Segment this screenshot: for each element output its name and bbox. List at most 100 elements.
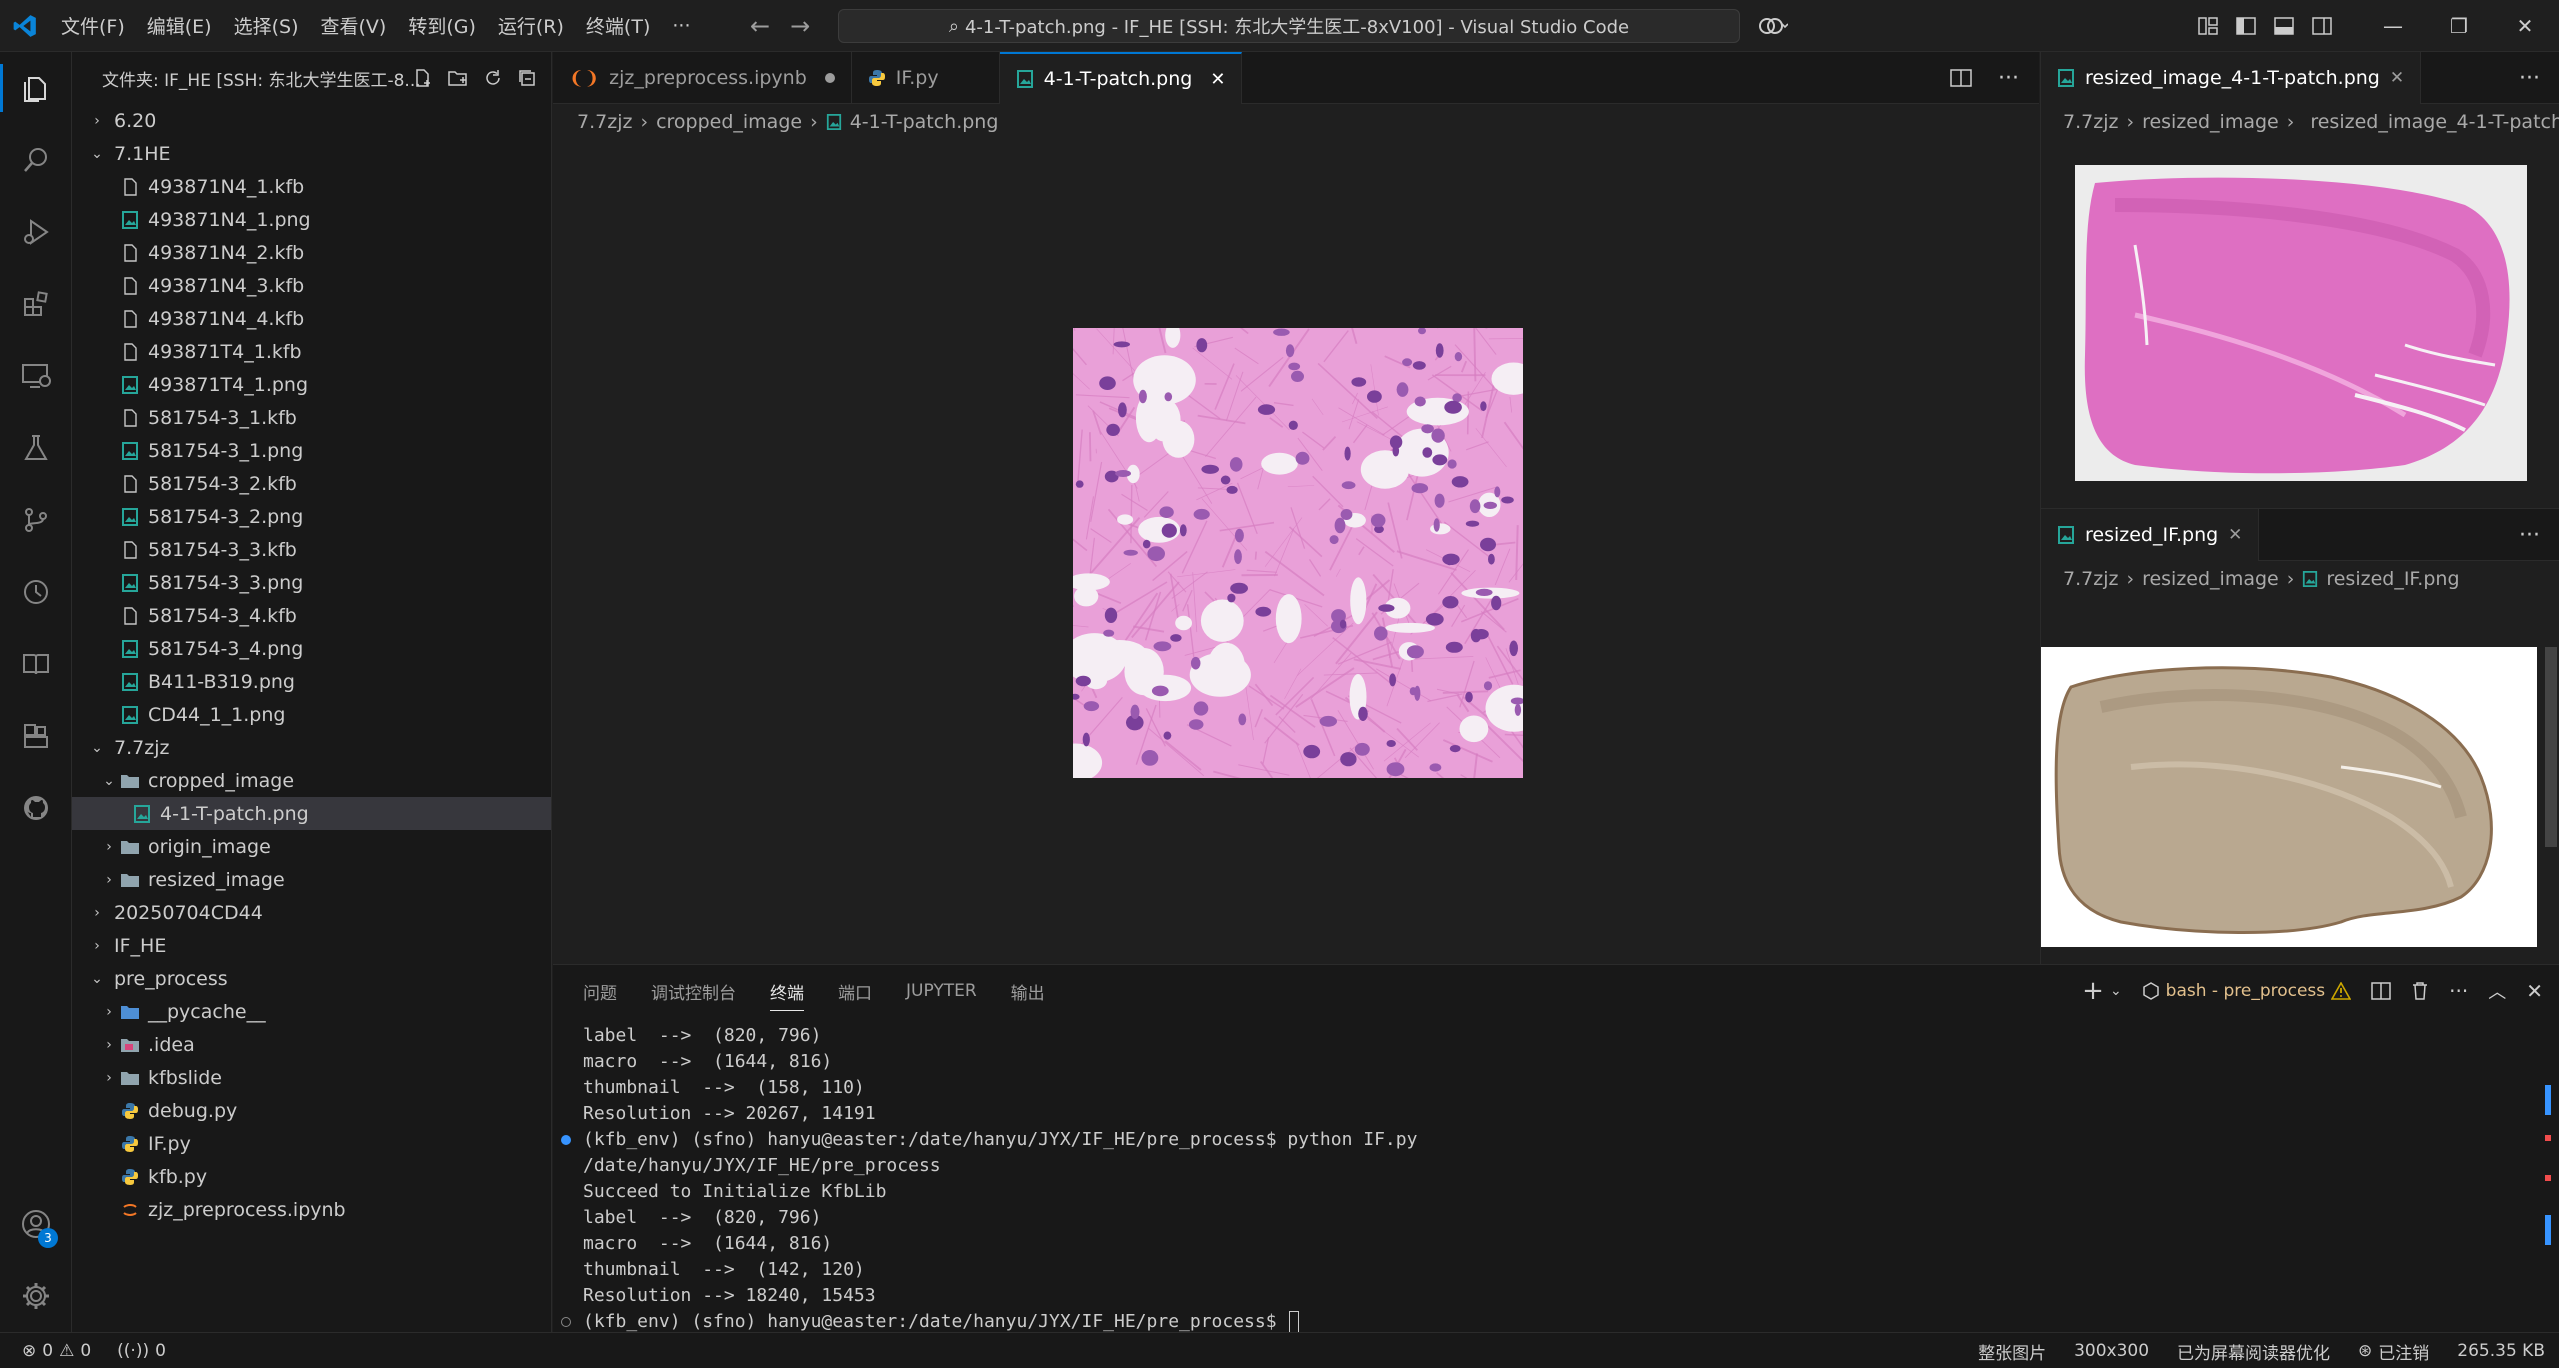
command-pending-dot-icon[interactable]	[561, 1317, 571, 1327]
modified-dot-icon[interactable]	[824, 73, 835, 83]
tree-item[interactable]: ⌄ cropped_image	[72, 764, 551, 797]
breadcrumb-item[interactable]: resized_image	[2142, 111, 2279, 133]
close-icon[interactable]: ✕	[2228, 525, 2242, 545]
tree-item[interactable]: 493871N4_1.png	[72, 203, 551, 236]
tree-item[interactable]: › __pycache__	[72, 995, 551, 1028]
chevron-right-icon[interactable]: ›	[86, 113, 108, 129]
customize-layout-icon[interactable]	[2198, 16, 2218, 36]
testing-button[interactable]	[0, 412, 72, 484]
tree-item[interactable]: 581754-3_3.kfb	[72, 533, 551, 566]
explorer-button[interactable]	[0, 52, 72, 124]
back-arrow-icon[interactable]: ←	[750, 12, 770, 40]
tree-item[interactable]: 581754-3_4.png	[72, 632, 551, 665]
toggle-primary-sidebar-icon[interactable]	[2236, 16, 2256, 36]
chevron-right-icon[interactable]: ›	[86, 905, 108, 921]
tree-item[interactable]: 4-1-T-patch.png	[72, 797, 551, 830]
forward-arrow-icon[interactable]: →	[790, 12, 810, 40]
split-editor-icon[interactable]	[1950, 68, 1972, 88]
run-debug-button[interactable]	[0, 196, 72, 268]
new-file-icon[interactable]	[413, 68, 433, 88]
breadcrumb-item[interactable]: 7.7zjz	[2063, 111, 2118, 133]
containers-button[interactable]	[0, 700, 72, 772]
close-icon[interactable]: ✕	[2390, 68, 2404, 88]
tree-item[interactable]: kfb.py	[72, 1160, 551, 1193]
menu-item[interactable]: 运行(R)	[487, 0, 575, 52]
copilot-button[interactable]	[1758, 0, 1788, 52]
new-folder-icon[interactable]	[447, 68, 469, 88]
screen-reader-status[interactable]: 已为屏幕阅读器优化	[2163, 1339, 2344, 1364]
github-button[interactable]	[0, 772, 72, 844]
split-terminal-icon[interactable]	[2371, 982, 2391, 1000]
ports-status[interactable]: ((·)) 0	[91, 1341, 166, 1361]
command-center[interactable]: ⌕ 4-1-T-patch.png - IF_HE [SSH: 东北大学生医工-…	[838, 9, 1740, 43]
problems-status[interactable]: ⊗ 0 ⚠ 0	[0, 1341, 91, 1361]
tree-item[interactable]: B411-B319.png	[72, 665, 551, 698]
tree-item[interactable]: 493871N4_1.kfb	[72, 170, 551, 203]
breadcrumb-item[interactable]: cropped_image	[656, 111, 802, 133]
tree-item[interactable]: IF.py	[72, 1127, 551, 1160]
more-actions-icon[interactable]: ···	[2519, 523, 2540, 548]
extensions-button[interactable]	[0, 268, 72, 340]
breadcrumb-item[interactable]: 7.7zjz	[2063, 568, 2118, 590]
refresh-icon[interactable]	[483, 68, 503, 88]
close-panel-icon[interactable]: ✕	[2526, 979, 2543, 1003]
tab-4-1-t-patch[interactable]: 4-1-T-patch.png ✕	[999, 52, 1243, 104]
collapse-all-icon[interactable]	[517, 68, 537, 88]
chevron-right-icon[interactable]: ›	[98, 1004, 120, 1020]
menu-item[interactable]: 终端(T)	[575, 0, 661, 52]
chevron-right-icon[interactable]: ›	[98, 872, 120, 888]
tree-item[interactable]: 581754-3_1.kfb	[72, 401, 551, 434]
chevron-down-icon[interactable]: ⌄	[86, 971, 108, 987]
tree-item[interactable]: 493871T4_1.kfb	[72, 335, 551, 368]
chevron-down-icon[interactable]: ⌄	[86, 146, 108, 162]
minimize-button[interactable]: —	[2360, 0, 2426, 52]
panel-tab[interactable]: 终端	[770, 979, 804, 1011]
vertical-scrollbar[interactable]	[2545, 647, 2557, 847]
source-control-button[interactable]	[0, 484, 72, 556]
panel-tab[interactable]: 端口	[838, 979, 872, 1004]
book-button[interactable]	[0, 628, 72, 700]
tree-item[interactable]: 581754-3_1.png	[72, 434, 551, 467]
timeline-button[interactable]	[0, 556, 72, 628]
breadcrumb-item[interactable]: 7.7zjz	[577, 111, 632, 133]
account-status[interactable]: ⊛ 已注销	[2344, 1339, 2443, 1364]
tab-if-py[interactable]: IF.py	[852, 52, 1000, 104]
more-actions-icon[interactable]: ···	[1998, 66, 2019, 91]
chevron-down-icon[interactable]: ⌄	[86, 740, 108, 756]
terminal-output[interactable]: label --> (820, 796) macro --> (1644, 816…	[561, 1023, 2523, 1335]
menu-item[interactable]: 查看(V)	[310, 0, 398, 52]
chevron-down-icon[interactable]: ⌄	[2110, 983, 2122, 999]
tree-item[interactable]: CD44_1_1.png	[72, 698, 551, 731]
tree-item[interactable]: › IF_HE	[72, 929, 551, 962]
more-actions-icon[interactable]: ···	[2519, 66, 2540, 91]
tree-item[interactable]: 493871T4_1.png	[72, 368, 551, 401]
tree-item[interactable]: › kfbslide	[72, 1061, 551, 1094]
menu-item[interactable]: 文件(F)	[50, 0, 136, 52]
he-tissue-patch-image[interactable]	[1073, 328, 1523, 778]
tree-item[interactable]: zjz_preprocess.ipynb	[72, 1193, 551, 1226]
tab-zjz-preprocess[interactable]: ❨❩ zjz_preprocess.ipynb	[553, 52, 852, 104]
tree-item[interactable]: 493871N4_3.kfb	[72, 269, 551, 302]
menu-item[interactable]: ···	[661, 0, 701, 52]
toggle-panel-icon[interactable]	[2274, 16, 2294, 36]
tree-item[interactable]: ⌄ 7.7zjz	[72, 731, 551, 764]
tree-item[interactable]: › resized_image	[72, 863, 551, 896]
tree-item[interactable]: › .idea	[72, 1028, 551, 1061]
tree-item[interactable]: › 6.20	[72, 104, 551, 137]
resized-if-slide-image[interactable]	[2041, 647, 2537, 947]
panel-tab[interactable]: JUPYTER	[906, 981, 977, 1001]
terminal-selector[interactable]: bash - pre_process	[2142, 981, 2352, 1001]
close-window-button[interactable]: ✕	[2492, 0, 2558, 52]
manage-button[interactable]	[0, 1260, 72, 1332]
tree-item[interactable]: 493871N4_2.kfb	[72, 236, 551, 269]
tree-item[interactable]: debug.py	[72, 1094, 551, 1127]
terminal-scrollbar[interactable]	[2545, 1025, 2551, 1325]
tree-item[interactable]: › origin_image	[72, 830, 551, 863]
menu-item[interactable]: 编辑(E)	[136, 0, 223, 52]
toggle-secondary-sidebar-icon[interactable]	[2312, 16, 2332, 36]
search-button[interactable]	[0, 124, 72, 196]
trash-icon[interactable]	[2411, 981, 2429, 1001]
breadcrumb-item[interactable]: resized_image_4-1-T-patch.p	[2310, 111, 2559, 133]
close-icon[interactable]: ✕	[1210, 69, 1225, 90]
breadcrumb-item[interactable]: resized_IF.png	[2326, 568, 2459, 590]
